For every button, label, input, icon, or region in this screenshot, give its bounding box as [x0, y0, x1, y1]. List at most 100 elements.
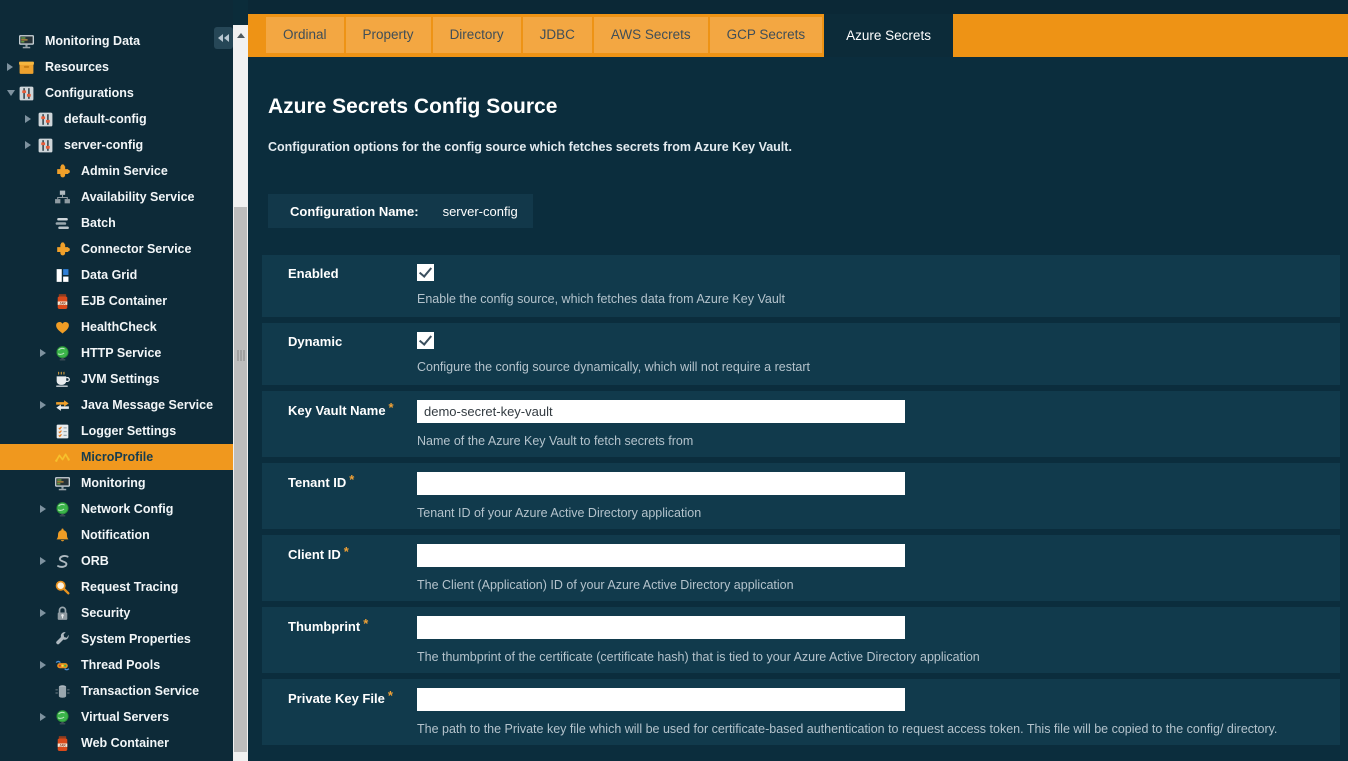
sidebar-item-default-config[interactable]: default-config: [0, 106, 233, 132]
config-form: EnabledEnable the config source, which f…: [262, 255, 1340, 751]
tenant-id-input[interactable]: [417, 472, 905, 495]
jar-icon: JAR: [54, 293, 71, 310]
thumbprint-input[interactable]: [417, 616, 905, 639]
sidebar-item-batch[interactable]: Batch: [0, 210, 233, 236]
sidebar-scrollbar[interactable]: [233, 25, 248, 761]
required-asterisk: *: [389, 400, 394, 415]
sidebar-item-network-config[interactable]: Network Config: [0, 496, 233, 522]
sidebar-item-resources[interactable]: Resources: [0, 54, 233, 80]
globe-icon: [54, 345, 71, 362]
tree-expand-arrow-icon[interactable]: [40, 505, 46, 513]
sidebar-item-label: ORB: [81, 554, 109, 568]
checkbox-dynamic[interactable]: [417, 332, 434, 349]
tab-aws-secrets[interactable]: AWS Secrets: [594, 17, 708, 53]
sidebar-item-availability-service[interactable]: Availability Service: [0, 184, 233, 210]
field-label: Tenant ID: [288, 475, 346, 490]
tree-expand-arrow-icon[interactable]: [40, 557, 46, 565]
sidebar-item-security[interactable]: Security: [0, 600, 233, 626]
key-vault-name-input[interactable]: [417, 400, 905, 423]
client-id-input[interactable]: [417, 544, 905, 567]
field-control-column: The thumbprint of the certificate (certi…: [417, 607, 1340, 673]
sidebar-item-server-config[interactable]: server-config: [0, 132, 233, 158]
sidebar-item-virtual-servers[interactable]: Virtual Servers: [0, 704, 233, 730]
transaction-icon: [54, 683, 71, 700]
sidebar-item-thread-pools[interactable]: Thread Pools: [0, 652, 233, 678]
sidebar-item-microprofile[interactable]: MicroProfile: [0, 444, 233, 470]
sidebar-item-monitoring[interactable]: Monitoring: [0, 470, 233, 496]
sidebar-item-system-properties[interactable]: System Properties: [0, 626, 233, 652]
tree-expand-arrow-icon[interactable]: [40, 349, 46, 357]
sidebar-item-data-grid[interactable]: Data Grid: [0, 262, 233, 288]
sidebar-item-logger-settings[interactable]: Logger Settings: [0, 418, 233, 444]
tab-directory[interactable]: Directory: [433, 17, 521, 53]
field-label: Client ID: [288, 547, 341, 562]
scrollbar-up-button[interactable]: [233, 25, 248, 46]
chevron-left-icon: [224, 34, 229, 42]
scrollbar-grip-icon: [237, 350, 244, 361]
sidebar-item-label: System Properties: [81, 632, 191, 646]
tab-ordinal[interactable]: Ordinal: [266, 17, 344, 53]
sidebar-item-label: Admin Service: [81, 164, 168, 178]
field-control-column: Enable the config source, which fetches …: [417, 255, 1340, 317]
private-key-file-input[interactable]: [417, 688, 905, 711]
field-description: The path to the Private key file which w…: [417, 722, 1340, 736]
arrows-icon: [54, 397, 71, 414]
sidebar-item-label: Virtual Servers: [81, 710, 169, 724]
field-description: Configure the config source dynamically,…: [417, 360, 1340, 374]
sidebar-collapse-button[interactable]: [214, 27, 233, 49]
sidebar-item-admin-service[interactable]: Admin Service: [0, 158, 233, 184]
sidebar-item-orb[interactable]: ORB: [0, 548, 233, 574]
field-label: Thumbprint: [288, 619, 360, 634]
sidebar-item-transaction-service[interactable]: Transaction Service: [0, 678, 233, 704]
sidebar-item-label: default-config: [64, 112, 147, 126]
sidebar-item-monitoring-data[interactable]: Monitoring Data: [0, 28, 233, 54]
monitor-icon: [18, 33, 35, 50]
form-row-tenant-id: Tenant ID*Tenant ID of your Azure Active…: [262, 463, 1340, 529]
sidebar-item-jvm-settings[interactable]: JVM Settings: [0, 366, 233, 392]
tab-jdbc[interactable]: JDBC: [523, 17, 592, 53]
tab-azure-secrets[interactable]: Azure Secrets: [824, 14, 953, 57]
configuration-name-label: Configuration Name:: [290, 204, 419, 219]
tree-expand-arrow-icon[interactable]: [40, 661, 46, 669]
tree-expand-arrow-icon[interactable]: [40, 401, 46, 409]
tree-expand-arrow-icon[interactable]: [25, 141, 31, 149]
sliders-icon: [37, 111, 54, 128]
field-label-column: Tenant ID*: [262, 463, 417, 529]
required-asterisk: *: [363, 616, 368, 631]
sidebar-item-label: Monitoring Data: [45, 34, 140, 48]
sidebar-item-label: HTTP Service: [81, 346, 161, 360]
field-description: Tenant ID of your Azure Active Directory…: [417, 506, 1340, 520]
sidebar-item-ejb-container[interactable]: JAREJB Container: [0, 288, 233, 314]
sidebar-item-label: Configurations: [45, 86, 134, 100]
tree-expand-arrow-icon[interactable]: [40, 713, 46, 721]
sidebar-item-healthcheck[interactable]: HealthCheck: [0, 314, 233, 340]
sidebar-item-http-service[interactable]: HTTP Service: [0, 340, 233, 366]
tree-expand-arrow-icon[interactable]: [25, 115, 31, 123]
globe-icon: [54, 501, 71, 518]
tab-property[interactable]: Property: [346, 17, 431, 53]
sidebar-item-web-container[interactable]: JARWeb Container: [0, 730, 233, 756]
required-asterisk: *: [388, 688, 393, 703]
sidebar-item-java-message-service[interactable]: Java Message Service: [0, 392, 233, 418]
sidebar-item-connector-service[interactable]: Connector Service: [0, 236, 233, 262]
tab-gcp-secrets[interactable]: GCP Secrets: [710, 17, 823, 53]
sidebar-item-label: Request Tracing: [81, 580, 178, 594]
tree-expand-arrow-icon[interactable]: [40, 609, 46, 617]
checkbox-enabled[interactable]: [417, 264, 434, 281]
sidebar-item-notification[interactable]: Notification: [0, 522, 233, 548]
configuration-name-value: server-config: [443, 204, 518, 219]
field-label-column: Key Vault Name*: [262, 391, 417, 457]
field-control-column: The path to the Private key file which w…: [417, 679, 1340, 745]
sidebar-item-label: HealthCheck: [81, 320, 157, 334]
tree-expand-arrow-icon[interactable]: [7, 63, 13, 71]
sidebar-item-configurations[interactable]: Configurations: [0, 80, 233, 106]
navigation-tree-panel: Monitoring Data Resources Configurations de…: [0, 0, 233, 761]
sidebar-item-request-tracing[interactable]: Request Tracing: [0, 574, 233, 600]
cluster-icon: [54, 189, 71, 206]
sidebar-item-label: Connector Service: [81, 242, 191, 256]
tree-collapse-arrow-icon[interactable]: [7, 90, 15, 96]
box-icon: [18, 59, 35, 76]
scrollbar-thumb[interactable]: [234, 207, 247, 752]
layers-icon: [54, 215, 71, 232]
tab-bar: OrdinalPropertyDirectoryJDBCAWS SecretsG…: [248, 14, 1348, 57]
